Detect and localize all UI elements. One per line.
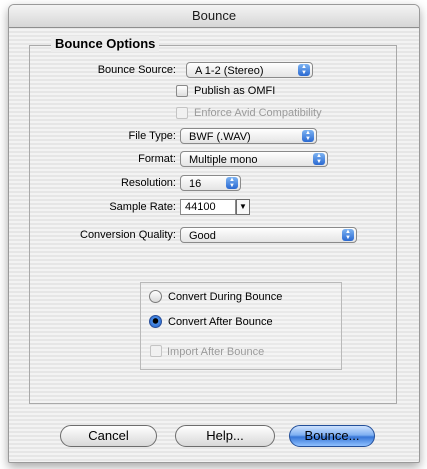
group-title: Bounce Options bbox=[51, 36, 160, 52]
publish-omfi-label: Publish as OMFI bbox=[194, 85, 276, 97]
format-popup[interactable]: Multiple mono ▲ ▼ bbox=[180, 151, 328, 167]
cancel-button[interactable]: Cancel bbox=[60, 425, 157, 447]
sample-rate-field[interactable]: 44100 bbox=[180, 199, 236, 215]
convert-during-label: Convert During Bounce bbox=[168, 291, 283, 303]
resolution-label: Resolution: bbox=[120, 177, 176, 189]
sample-rate-label: Sample Rate: bbox=[109, 201, 176, 213]
popup-arrows-icon: ▲ ▼ bbox=[226, 177, 238, 189]
resolution-value: 16 bbox=[189, 178, 202, 190]
import-after-checkbox[interactable] bbox=[150, 345, 162, 357]
chevron-down-icon[interactable]: ▼ bbox=[236, 199, 250, 215]
enforce-avid-checkbox[interactable] bbox=[176, 107, 188, 119]
resolution-popup[interactable]: 16 ▲ ▼ bbox=[180, 175, 241, 191]
convert-after-label: Convert After Bounce bbox=[168, 316, 273, 328]
bounce-source-label: Bounce Source: bbox=[97, 64, 176, 76]
help-button[interactable]: Help... bbox=[175, 425, 275, 447]
file-type-label: File Type: bbox=[128, 130, 177, 142]
file-type-value: BWF (.WAV) bbox=[189, 131, 251, 143]
conversion-quality-label: Conversion Quality: bbox=[80, 229, 176, 241]
popup-arrows-icon: ▲ ▼ bbox=[313, 153, 325, 165]
bounce-source-popup[interactable]: A 1-2 (Stereo) ▲ ▼ bbox=[186, 62, 313, 78]
conversion-quality-popup[interactable]: Good ▲ ▼ bbox=[180, 227, 357, 243]
enforce-avid-label: Enforce Avid Compatibility bbox=[194, 107, 322, 119]
bounce-source-value: A 1-2 (Stereo) bbox=[195, 65, 264, 77]
format-label: Format: bbox=[138, 153, 176, 165]
popup-arrows-icon: ▲ ▼ bbox=[298, 64, 310, 76]
format-value: Multiple mono bbox=[189, 154, 258, 166]
conversion-quality-value: Good bbox=[189, 230, 216, 242]
import-after-label: Import After Bounce bbox=[167, 346, 265, 358]
file-type-popup[interactable]: BWF (.WAV) ▲ ▼ bbox=[180, 128, 317, 144]
convert-after-radio[interactable] bbox=[149, 315, 162, 328]
popup-arrows-icon: ▲ ▼ bbox=[302, 130, 314, 142]
convert-during-radio[interactable] bbox=[149, 290, 162, 303]
window-title: Bounce bbox=[9, 5, 419, 28]
bounce-button[interactable]: Bounce... bbox=[289, 425, 375, 447]
popup-arrows-icon: ▲ ▼ bbox=[342, 229, 354, 241]
publish-omfi-checkbox[interactable] bbox=[176, 85, 188, 97]
